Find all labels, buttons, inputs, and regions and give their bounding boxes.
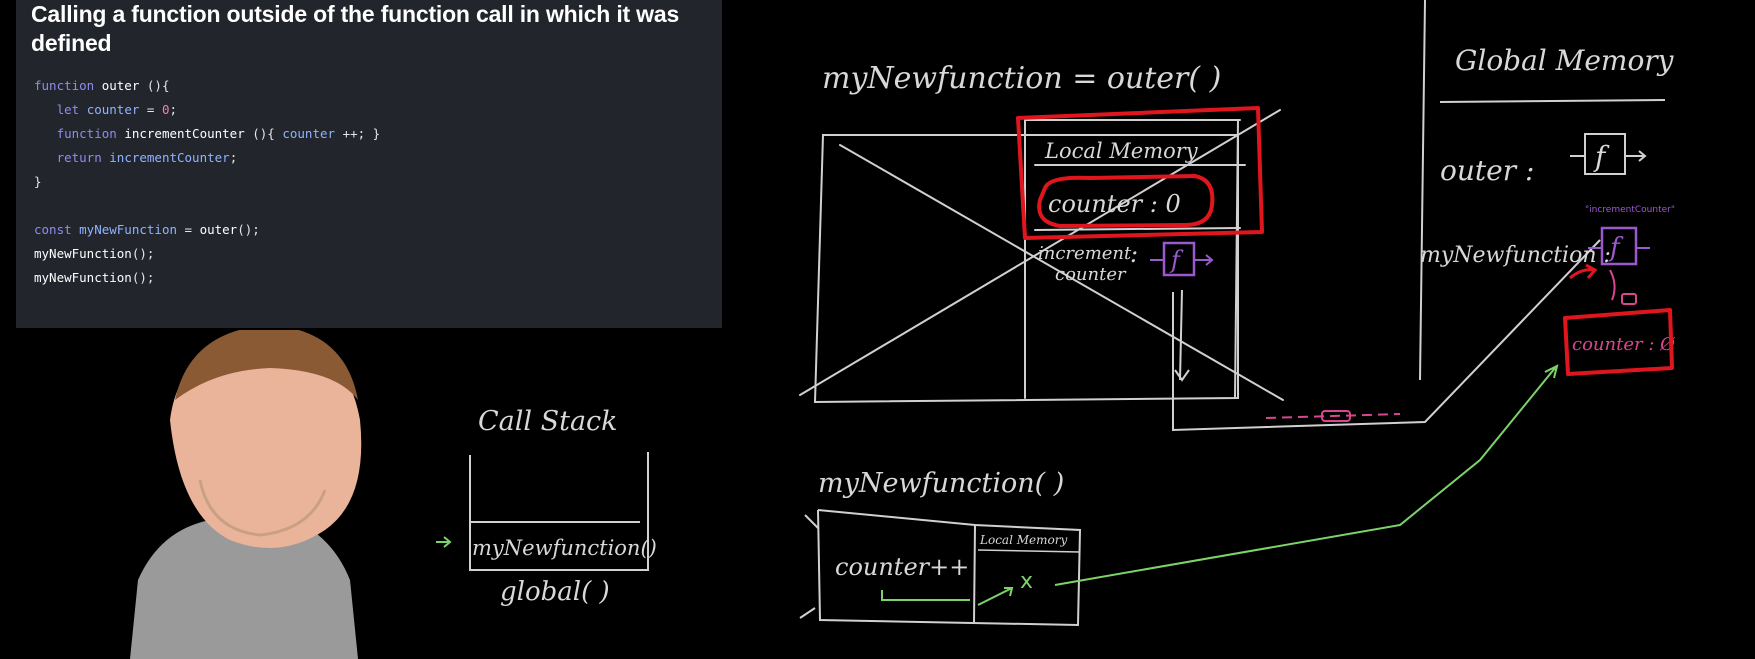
increment-counter-small-label: "incrementCounter" [1585, 205, 1675, 215]
code-line: const myNewFunction = outer(); [34, 218, 380, 242]
presenter [130, 330, 362, 659]
code-token: = [184, 222, 200, 237]
exec-green-arrow [881, 587, 1014, 606]
increment-label-line2: counter [1055, 264, 1127, 285]
code-line: return incrementCounter; [34, 146, 380, 170]
code-line: function outer (){ [34, 74, 380, 98]
call-stack-pointer [436, 536, 452, 548]
local-function-arrows [1150, 254, 1214, 266]
exec-code-text: counter++ [835, 553, 969, 581]
code-token: ; [229, 150, 238, 165]
code-token: } [34, 174, 42, 189]
code-token: (){ [146, 78, 170, 93]
code-line: let counter = 0; [34, 98, 380, 122]
code-token: (){ [252, 126, 283, 141]
code-block: function outer (){ let counter = 0; func… [34, 74, 380, 290]
pink-link [1609, 269, 1616, 301]
call-stack-frame: myNewfunction() [472, 536, 657, 560]
code-line: } [34, 170, 380, 194]
code-token: let [56, 102, 87, 117]
code-token: (); [237, 222, 260, 237]
code-token: outer [101, 78, 147, 93]
code-token: 0 [161, 102, 170, 117]
code-token: function [34, 78, 102, 93]
call-stack-global: global( ) [500, 577, 610, 607]
local-memory-line-2 [1034, 227, 1241, 231]
global-outer-label: outer : [1440, 154, 1534, 187]
code-token: (); [131, 246, 155, 261]
global-memory-title: Global Memory [1455, 44, 1675, 77]
code-token: counter [282, 126, 343, 141]
increment-label-line1: increment [1038, 243, 1132, 264]
code-line: myNewFunction(); [34, 242, 380, 266]
local-counter-text: counter : 0 [1048, 190, 1181, 218]
call-stack-title: Call Stack [478, 406, 618, 437]
code-token: return [56, 150, 110, 165]
local-memory-red-outline [1016, 106, 1264, 240]
code-token: counter [86, 102, 147, 117]
slide-title: Calling a function outside of the functi… [31, 1, 680, 56]
call-label: myNewfunction( ) [818, 468, 1064, 499]
local-memory-label: Local Memory [1044, 139, 1199, 163]
pink-dashed-line [1265, 413, 1401, 419]
code-token: myNewFunction [34, 246, 132, 261]
code-token: incrementCounter [124, 126, 253, 141]
code-line: function incrementCounter (){ counter ++… [34, 122, 381, 146]
code-token: const [34, 222, 80, 237]
code-token: function [56, 126, 125, 141]
outer-function-glyph: f [1593, 140, 1610, 173]
global-function-glyph: f [1608, 233, 1624, 263]
backpack-counter-text: counter : Ø [1572, 334, 1676, 355]
exec-local-memory-label: Local Memory [979, 533, 1067, 547]
code-token: incrementCounter [109, 150, 230, 165]
code-token: (); [131, 270, 155, 285]
code-token: = [146, 102, 162, 117]
increment-colon: : [1130, 240, 1138, 268]
local-function-glyph: f [1169, 246, 1184, 274]
global-my-new-function-label: myNewfunction : [1420, 243, 1611, 268]
exec-local-memory-line [977, 549, 1081, 553]
code-line: myNewFunction(); [34, 266, 380, 290]
code-token: outer [199, 222, 238, 237]
pink-backpack-small-icon [1621, 293, 1637, 305]
code-token: myNewFunction [34, 270, 132, 285]
exec-x-mark: x [1020, 569, 1033, 594]
assignment-label: myNewfunction = outer( ) [822, 61, 1221, 96]
code-token: ; [169, 102, 178, 117]
exec-corner-marks [799, 514, 819, 619]
code-token: myNewFunction [79, 222, 185, 237]
code-token: ++; } [342, 126, 381, 141]
outer-function-arrows [1570, 150, 1647, 162]
